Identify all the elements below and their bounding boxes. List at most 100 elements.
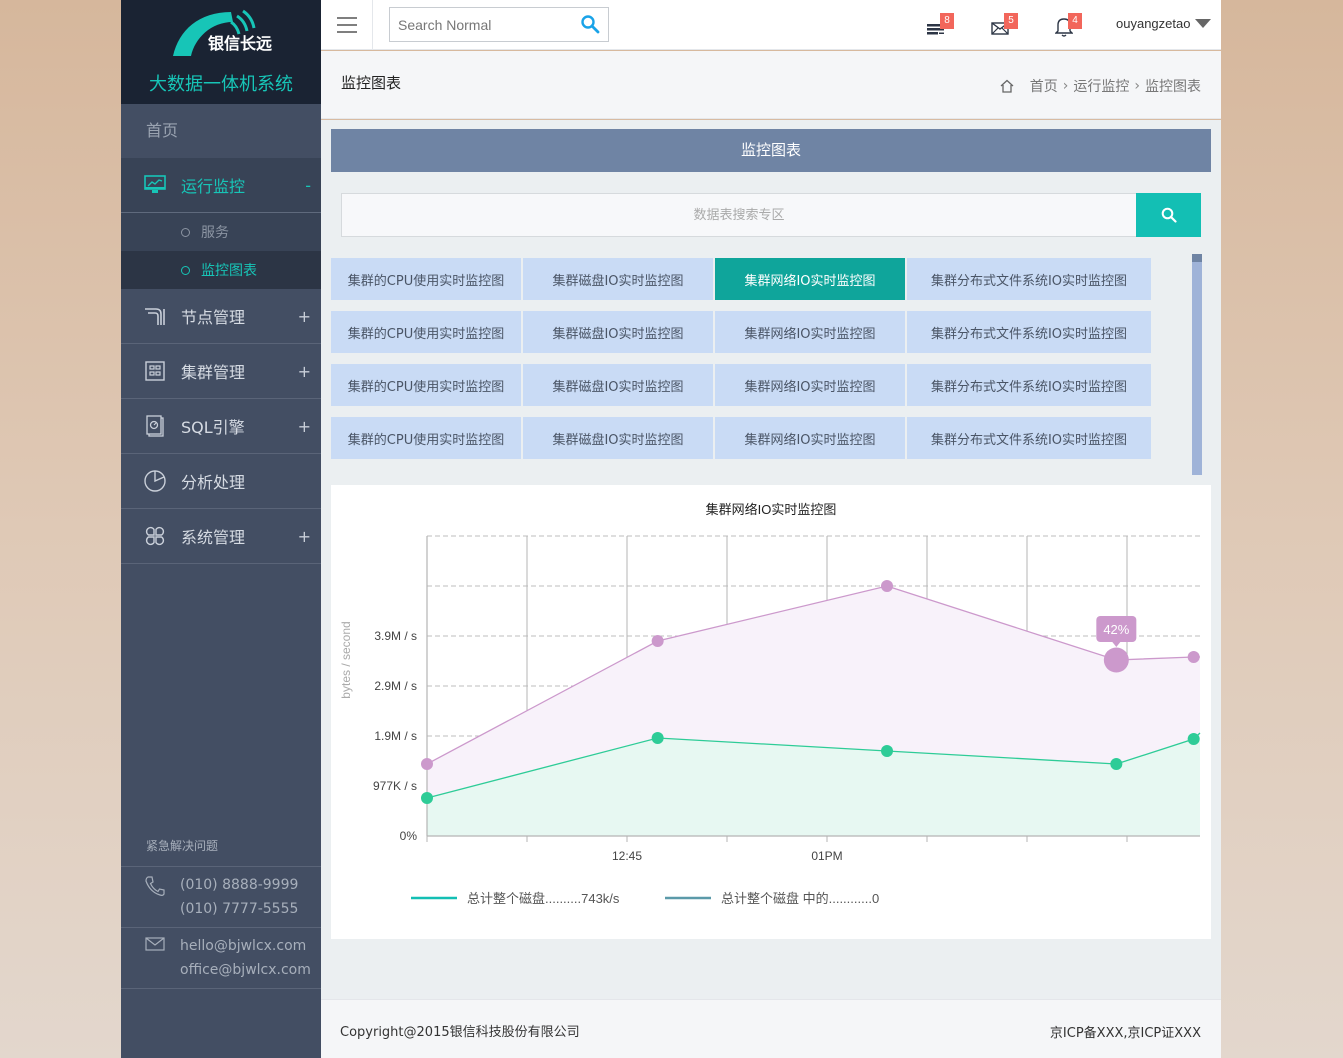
grid-row: 集群的CPU使用实时监控图 集群磁盘IO实时监控图 集群网络IO实时监控图 集群分布式… xyxy=(331,417,1153,459)
chart-selector-cell[interactable]: 集群磁盘IO实时监控图 xyxy=(523,364,713,406)
sidebar-item-label: 节点管理 xyxy=(181,308,246,327)
chart-selector-cell[interactable]: 集群的CPU使用实时监控图 xyxy=(331,364,521,406)
mail-icon xyxy=(145,934,167,982)
chart-title: 集群网络IO实时监控图 xyxy=(706,502,837,517)
breadcrumb-separator-icon: › xyxy=(1134,78,1140,94)
chart-selector-cell[interactable]: 集群分布式文件系统IO实时监控图 xyxy=(907,364,1151,406)
breadcrumb-runtime-monitor[interactable]: 运行监控 xyxy=(1073,76,1129,96)
legend-label: 总计整个磁盘..........743k/s xyxy=(467,891,620,906)
sql-engine-icon xyxy=(143,414,167,438)
y-tick-label: 977K / s xyxy=(373,779,417,793)
chart-selector-cell[interactable]: 集群的CPU使用实时监控图 xyxy=(331,258,521,300)
data-point[interactable] xyxy=(421,791,433,804)
grid-scrollbar[interactable] xyxy=(1192,254,1202,475)
notifications-badge: 4 xyxy=(1068,13,1082,29)
x-tick-label: 01PM xyxy=(811,849,842,863)
sidebar-subitem-monitor-charts[interactable]: 监控图表 xyxy=(121,251,321,289)
grid-row: 集群的CPU使用实时监控图 集群磁盘IO实时监控图 集群网络IO实时监控图 集群分布式… xyxy=(331,311,1153,353)
tooltip-pointer xyxy=(1112,642,1121,648)
support-phone[interactable]: (010) 8888-9999 xyxy=(180,873,298,897)
y-tick-label: 1.9M / s xyxy=(374,729,417,743)
data-point[interactable] xyxy=(1187,650,1200,663)
subnav-runtime-monitor: 服务 监控图表 xyxy=(121,213,321,289)
header-search-input[interactable] xyxy=(390,8,570,41)
messages-badge: 5 xyxy=(1004,13,1018,29)
expand-toggle[interactable]: + xyxy=(298,527,311,546)
header-search xyxy=(389,7,609,42)
collapse-toggle[interactable]: - xyxy=(305,176,311,195)
hamburger-icon xyxy=(336,17,357,33)
sidebar: 银信长远 大数据一体机系统 首页 运行监控 - 服务 监控图表 节点管理 + 集… xyxy=(121,0,321,1058)
notifications-button[interactable]: 4 xyxy=(1054,13,1082,37)
expand-toggle[interactable]: + xyxy=(298,307,311,326)
system-name: 大数据一体机系统 xyxy=(149,74,293,95)
expand-toggle[interactable]: + xyxy=(298,362,311,381)
chart-selector-cell[interactable]: 集群分布式文件系统IO实时监控图 xyxy=(907,258,1151,300)
grid-scrollbar-thumb[interactable] xyxy=(1192,254,1202,262)
data-point[interactable] xyxy=(881,744,893,757)
chart-selector-cell[interactable]: 集群分布式文件系统IO实时监控图 xyxy=(907,417,1151,459)
data-point[interactable] xyxy=(651,635,664,648)
chart-selector-grid: 集群的CPU使用实时监控图 集群磁盘IO实时监控图 集群网络IO实时监控图 集群分布式… xyxy=(331,258,1153,470)
sidebar-item-node-management[interactable]: 节点管理 + xyxy=(121,289,321,344)
sidebar-item-system-management[interactable]: 系统管理 + xyxy=(121,509,321,564)
chart-selector-cell[interactable]: 集群网络IO实时监控图 xyxy=(715,364,905,406)
pie-chart-icon xyxy=(143,469,167,493)
sidebar-item-analysis[interactable]: 分析处理 xyxy=(121,454,321,509)
panel-title: 监控图表 xyxy=(331,129,1211,172)
breadcrumb-home[interactable]: 首页 xyxy=(1030,76,1058,96)
data-point[interactable] xyxy=(1187,733,1200,746)
breadcrumb: 首页 › 运行监控 › 监控图表 xyxy=(1000,76,1201,96)
sidebar-item-runtime-monitor[interactable]: 运行监控 - xyxy=(121,158,321,213)
menu-toggle-button[interactable] xyxy=(321,0,373,50)
breadcrumb-current: 监控图表 xyxy=(1145,79,1201,95)
chart-selector-cell[interactable]: 集群网络IO实时监控图 xyxy=(715,311,905,353)
network-io-chart: 集群网络IO实时监控图 0% 977K / s 1.9M / s 2.9M / s 3.… xyxy=(339,502,1201,906)
chart-selector-cell[interactable]: 集群磁盘IO实时监控图 xyxy=(523,311,713,353)
y-axis-label: bytes / second xyxy=(339,621,353,698)
data-point[interactable] xyxy=(881,580,893,592)
grid-row: 集群的CPU使用实时监控图 集群磁盘IO实时监控图 集群网络IO实时监控图 集群分布式… xyxy=(331,364,1153,406)
sidebar-item-sql-engine[interactable]: SQL引擎 + xyxy=(121,399,321,454)
support-phone[interactable]: (010) 7777-5555 xyxy=(180,897,298,921)
messages-button[interactable]: 5 xyxy=(991,13,1018,36)
chart-selector-cell[interactable]: 集群分布式文件系统IO实时监控图 xyxy=(907,311,1151,353)
topbar: 8 5 4 ouyangzetao xyxy=(321,0,1221,50)
username[interactable]: ouyangzetao xyxy=(1116,16,1190,31)
chart-selector-cell[interactable]: 集群网络IO实时监控图 xyxy=(715,258,905,300)
search-icon[interactable] xyxy=(580,14,600,38)
monitor-chart-icon xyxy=(143,173,167,197)
chart-selector-cell[interactable]: 集群磁盘IO实时监控图 xyxy=(523,417,713,459)
sidebar-item-label: SQL引擎 xyxy=(181,418,245,437)
sidebar-item-home[interactable]: 首页 xyxy=(121,104,321,158)
sidebar-subitem-service[interactable]: 服务 xyxy=(121,213,321,251)
sidebar-item-label: 运行监控 xyxy=(181,177,246,196)
support-section: 紧急解决问题 (010) 8888-9999 (010) 7777-5555 h… xyxy=(121,830,321,989)
data-point[interactable] xyxy=(651,731,664,744)
user-dropdown-caret-icon[interactable] xyxy=(1195,19,1211,28)
brand-logo-text: 银信长远 xyxy=(208,34,273,53)
y-tick-label: 3.9M / s xyxy=(374,629,417,643)
node-icon xyxy=(143,304,167,328)
sidebar-item-cluster-management[interactable]: 集群管理 + xyxy=(121,344,321,399)
chart-selector-cell[interactable]: 集群磁盘IO实时监控图 xyxy=(523,258,713,300)
phone-icon xyxy=(145,873,167,921)
breadcrumb-separator-icon: › xyxy=(1062,78,1069,94)
sidebar-item-label: 系统管理 xyxy=(181,528,246,547)
chart-selector-cell[interactable]: 集群的CPU使用实时监控图 xyxy=(331,311,521,353)
data-point[interactable] xyxy=(1103,647,1129,673)
tasks-badge: 8 xyxy=(940,13,954,29)
grid-row: 集群的CPU使用实时监控图 集群磁盘IO实时监控图 集群网络IO实时监控图 集群分布式… xyxy=(331,258,1153,300)
data-point[interactable] xyxy=(1110,757,1123,770)
table-search-input[interactable] xyxy=(342,194,1136,236)
tasks-button[interactable]: 8 xyxy=(927,13,954,36)
data-point[interactable] xyxy=(421,757,433,770)
search-icon xyxy=(1161,207,1177,223)
support-email[interactable]: office@bjwlcx.com xyxy=(180,958,311,982)
table-search-button[interactable] xyxy=(1136,193,1201,237)
chart-selector-cell[interactable]: 集群的CPU使用实时监控图 xyxy=(331,417,521,459)
expand-toggle[interactable]: + xyxy=(298,417,311,436)
chart-selector-cell[interactable]: 集群网络IO实时监控图 xyxy=(715,417,905,459)
support-phones: (010) 8888-9999 (010) 7777-5555 xyxy=(121,867,321,928)
support-email[interactable]: hello@bjwlcx.com xyxy=(180,934,311,958)
